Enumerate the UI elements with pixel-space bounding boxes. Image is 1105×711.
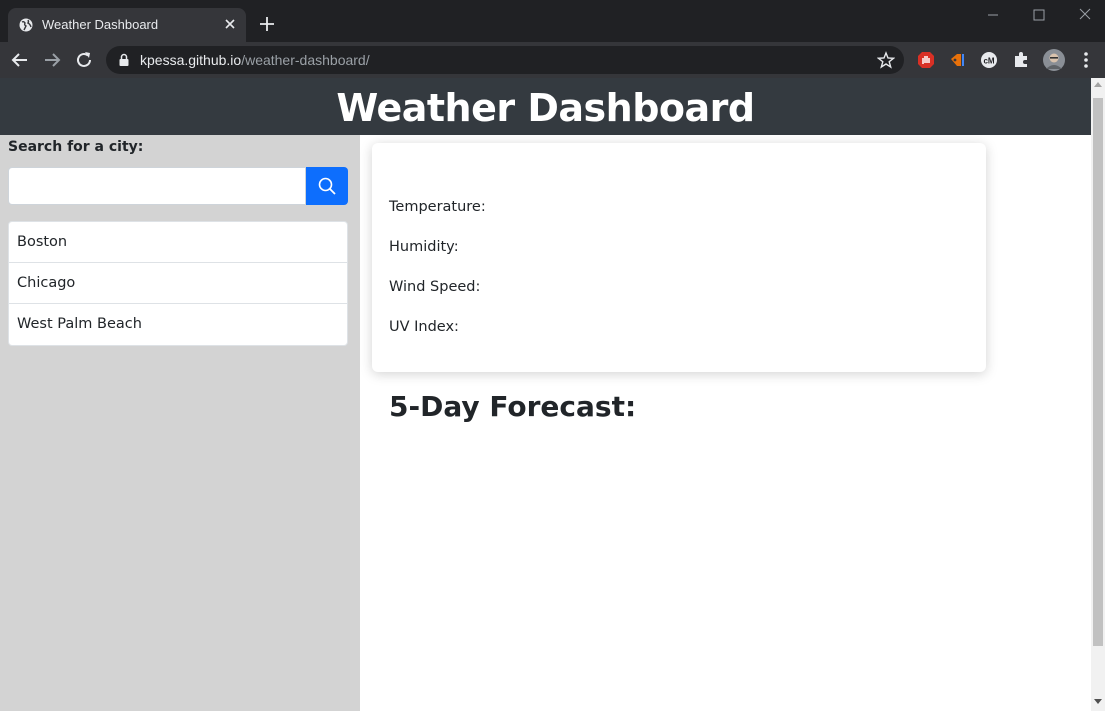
page-header: Weather Dashboard <box>0 78 1091 135</box>
browser-tab[interactable]: Weather Dashboard <box>8 8 246 42</box>
profile-avatar[interactable] <box>1043 49 1065 71</box>
tag-extension-icon[interactable] <box>947 50 967 70</box>
temperature-label: Temperature: <box>389 199 486 215</box>
reload-icon[interactable] <box>73 49 95 71</box>
wind-speed-label: Wind Speed: <box>389 279 481 295</box>
vertical-scrollbar[interactable] <box>1091 78 1105 711</box>
url-host: kpessa.github.io <box>140 52 242 68</box>
window-close-icon[interactable] <box>1073 6 1097 24</box>
page: Weather Dashboard Search for a city: Bos… <box>0 78 1091 711</box>
maximize-icon[interactable] <box>1027 6 1051 24</box>
forecast-title: 5-Day Forecast: <box>389 390 637 423</box>
search-label: Search for a city: <box>8 139 144 155</box>
main-content: Temperature: Humidity: Wind Speed: UV In… <box>360 135 1091 711</box>
minimize-icon[interactable] <box>981 6 1005 24</box>
forward-arrow-icon[interactable] <box>41 49 63 71</box>
menu-dots-icon[interactable] <box>1077 50 1095 70</box>
svg-text:cM: cM <box>983 57 994 66</box>
uv-index-label: UV Index: <box>389 319 459 335</box>
new-tab-icon[interactable] <box>256 13 278 35</box>
bookmark-star-icon[interactable] <box>877 51 895 69</box>
stop-hand-extension-icon[interactable] <box>916 50 936 70</box>
scroll-up-arrow-icon[interactable] <box>1094 82 1102 87</box>
humidity-label: Humidity: <box>389 239 459 255</box>
city-item-boston[interactable]: Boston <box>9 222 347 263</box>
sidebar: Search for a city: Boston Chicago West P… <box>0 135 360 711</box>
browser-titlebar: Weather Dashboard <box>0 0 1105 42</box>
lock-icon <box>119 53 129 66</box>
url-text: kpessa.github.io/weather-dashboard/ <box>140 52 370 68</box>
scrollbar-thumb[interactable] <box>1093 98 1103 646</box>
back-arrow-icon[interactable] <box>9 49 31 71</box>
scroll-down-arrow-icon[interactable] <box>1094 699 1102 704</box>
tab-title: Weather Dashboard <box>42 17 159 32</box>
city-search-input[interactable] <box>8 167 306 205</box>
page-title: Weather Dashboard <box>336 86 755 130</box>
city-item-west-palm-beach[interactable]: West Palm Beach <box>9 304 347 345</box>
url-path: /weather-dashboard/ <box>241 52 370 68</box>
city-item-chicago[interactable]: Chicago <box>9 263 347 304</box>
browser-toolbar: kpessa.github.io/weather-dashboard/ cM <box>0 42 1105 78</box>
close-tab-icon[interactable] <box>221 15 239 33</box>
puzzle-extensions-icon[interactable] <box>1011 50 1031 70</box>
address-bar[interactable]: kpessa.github.io/weather-dashboard/ <box>106 46 904 74</box>
current-weather-card: Temperature: Humidity: Wind Speed: UV In… <box>372 143 986 372</box>
cm-extension-icon[interactable]: cM <box>979 50 999 70</box>
search-history-list: Boston Chicago West Palm Beach <box>8 221 348 346</box>
search-icon <box>318 177 336 195</box>
globe-icon <box>19 18 33 32</box>
search-button[interactable] <box>306 167 348 205</box>
